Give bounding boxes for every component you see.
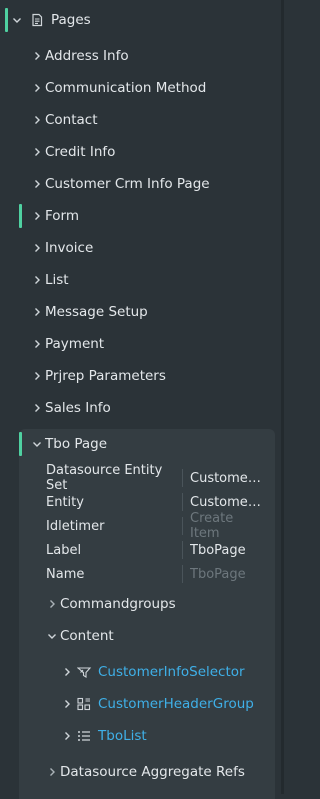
property-divider bbox=[182, 517, 183, 535]
chevron-right-icon[interactable] bbox=[60, 665, 74, 679]
tree-node-label: Tbo Page bbox=[45, 436, 108, 452]
tree-node-tbo-page[interactable]: Tbo Page bbox=[0, 428, 276, 460]
tree-node-label: Invoice bbox=[45, 240, 94, 256]
tree-node-label: Pages bbox=[51, 12, 91, 28]
chevron-right-icon[interactable] bbox=[30, 177, 44, 191]
tree-node-page-item[interactable]: Customer Crm Info Page bbox=[0, 168, 276, 200]
property-value[interactable]: Create Item bbox=[190, 511, 266, 541]
tree-node-label: Form bbox=[45, 208, 80, 224]
property-name: Idletimer bbox=[46, 518, 105, 534]
tree-node-page-item[interactable]: Credit Info bbox=[0, 136, 276, 168]
tree-node-pages[interactable]: Pages bbox=[0, 4, 276, 36]
tree-node-customer-header-group[interactable]: CustomerHeaderGroup bbox=[0, 688, 276, 720]
tree-node-label: Sales Info bbox=[45, 400, 111, 416]
tree-node-page-item[interactable]: Payment bbox=[0, 328, 276, 360]
tree-node-page-item[interactable]: Invoice bbox=[0, 232, 276, 264]
tree-node-customer-info-selector[interactable]: CustomerInfoSelector bbox=[0, 656, 276, 688]
property-name: Name bbox=[46, 566, 85, 582]
tree-node-page-item[interactable]: List bbox=[0, 264, 276, 296]
chevron-right-icon[interactable] bbox=[30, 241, 44, 255]
chevron-down-icon[interactable] bbox=[30, 437, 44, 451]
tree-node-label: Customer Crm Info Page bbox=[45, 176, 210, 192]
property-row[interactable]: Idletimer Create Item bbox=[46, 511, 270, 541]
property-value[interactable]: CustomerInfoSet bbox=[190, 471, 266, 486]
tree-node-page-item[interactable]: Contact bbox=[0, 104, 276, 136]
chevron-right-icon[interactable] bbox=[30, 209, 44, 223]
tree-node-label: Content bbox=[60, 628, 114, 644]
pages-tree: Pages Address Info Communication Method Co… bbox=[0, 0, 284, 799]
chevron-down-icon[interactable] bbox=[45, 629, 59, 643]
tree-node-page-item[interactable]: Address Info bbox=[0, 40, 276, 72]
tree-node-label: Payment bbox=[45, 336, 105, 352]
chevron-right-icon[interactable] bbox=[30, 401, 44, 415]
chevron-right-icon[interactable] bbox=[60, 729, 74, 743]
chevron-right-icon[interactable] bbox=[60, 697, 74, 711]
tree-node-page-item[interactable]: Form bbox=[0, 200, 276, 232]
tree-node-label: Datasource Aggregate Refs bbox=[60, 764, 245, 780]
tree-node-tbo-list[interactable]: TboList bbox=[0, 720, 276, 752]
tree-node-datasource-aggregate-refs[interactable]: Datasource Aggregate Refs bbox=[0, 756, 276, 788]
active-marker bbox=[19, 432, 22, 456]
page-icon bbox=[30, 13, 44, 27]
property-value[interactable]: CustomerInfo bbox=[190, 495, 266, 510]
scrollbar[interactable] bbox=[281, 0, 284, 794]
property-divider bbox=[182, 469, 183, 487]
list-icon bbox=[77, 729, 91, 743]
tree-node-label: Communication Method bbox=[45, 80, 207, 96]
tree-node-label: Contact bbox=[45, 112, 98, 128]
tree-node-page-item[interactable]: Message Setup bbox=[0, 296, 276, 328]
property-value[interactable]: TboPage bbox=[190, 567, 266, 582]
chevron-right-icon[interactable] bbox=[30, 81, 44, 95]
property-row[interactable]: Label TboPage bbox=[46, 538, 270, 562]
group-icon bbox=[77, 697, 91, 711]
property-name: Datasource Entity Set bbox=[46, 463, 163, 493]
tree-node-label: TboList bbox=[98, 728, 147, 744]
tree-node-page-item[interactable]: Communication Method bbox=[0, 72, 276, 104]
property-divider bbox=[182, 565, 183, 583]
tree-node-commandgroups[interactable]: Commandgroups bbox=[0, 588, 276, 620]
tree-node-label: Credit Info bbox=[45, 144, 116, 160]
chevron-right-icon[interactable] bbox=[30, 369, 44, 383]
chevron-right-icon[interactable] bbox=[30, 305, 44, 319]
active-marker bbox=[19, 204, 22, 228]
chevron-right-icon[interactable] bbox=[30, 145, 44, 159]
active-marker bbox=[5, 8, 8, 32]
tree-node-label: List bbox=[45, 272, 69, 288]
chevron-right-icon[interactable] bbox=[30, 273, 44, 287]
chevron-right-icon[interactable] bbox=[45, 597, 59, 611]
chevron-down-icon[interactable] bbox=[10, 13, 24, 27]
tree-node-label: CustomerHeaderGroup bbox=[98, 696, 254, 712]
chevron-right-icon[interactable] bbox=[45, 765, 59, 779]
property-row[interactable]: Name TboPage bbox=[46, 562, 270, 586]
property-value[interactable]: TboPage bbox=[190, 543, 266, 558]
property-divider bbox=[182, 493, 183, 511]
tree-node-label: Commandgroups bbox=[60, 596, 176, 612]
property-divider bbox=[182, 541, 183, 559]
property-name: Entity bbox=[46, 494, 84, 510]
tree-node-label: CustomerInfoSelector bbox=[98, 664, 245, 680]
property-name: Label bbox=[46, 542, 82, 558]
tree-node-page-item[interactable]: Sales Info bbox=[0, 392, 276, 424]
selector-icon bbox=[76, 665, 92, 679]
tree-node-label: Prjrep Parameters bbox=[45, 368, 166, 384]
tree-node-page-item[interactable]: Prjrep Parameters bbox=[0, 360, 276, 392]
tree-node-label: Address Info bbox=[45, 48, 129, 64]
chevron-right-icon[interactable] bbox=[30, 337, 44, 351]
chevron-right-icon[interactable] bbox=[30, 113, 44, 127]
tree-node-label: Message Setup bbox=[45, 304, 148, 320]
property-row[interactable]: Datasource Entity Set CustomerInfoSet bbox=[46, 463, 270, 493]
tree-node-content[interactable]: Content bbox=[0, 620, 276, 652]
chevron-right-icon[interactable] bbox=[30, 49, 44, 63]
